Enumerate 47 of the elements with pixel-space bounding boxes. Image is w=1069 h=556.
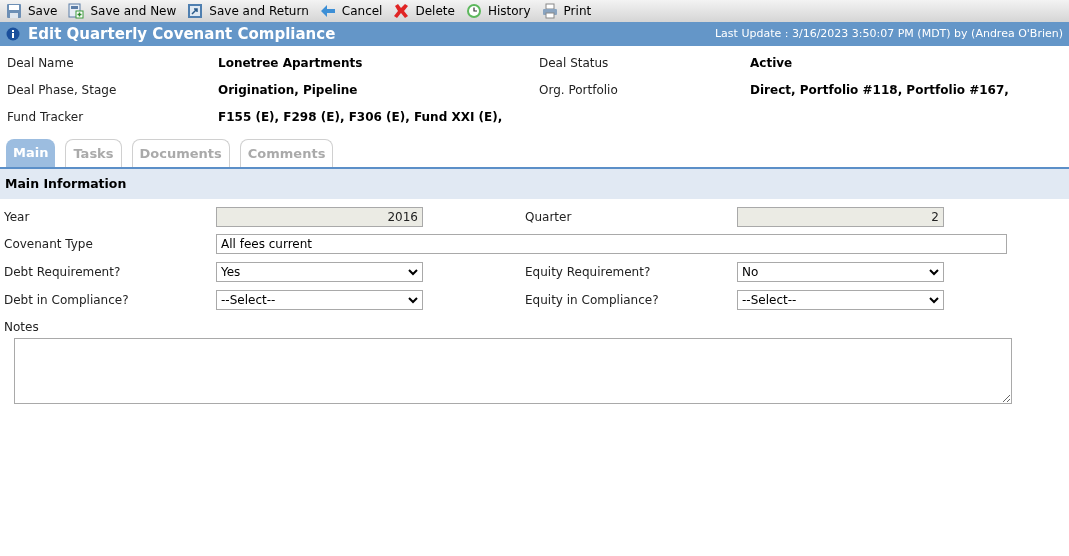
field-label: Debt Requirement? <box>3 264 122 281</box>
field-label: Equity in Compliance? <box>525 292 660 309</box>
clock-icon <box>465 3 482 19</box>
section-title: Main Information <box>5 174 127 193</box>
toolbar-button[interactable]: Cancel <box>319 2 383 20</box>
field-label: Year <box>3 209 31 226</box>
document-plus-icon <box>68 3 85 19</box>
notes-textarea[interactable] <box>14 338 1012 404</box>
toolbar-button[interactable]: History <box>465 2 531 20</box>
toolbar-button[interactable]: Delete <box>393 2 455 20</box>
read-only-field[interactable]: 2016 <box>216 207 423 227</box>
chevron-down-icon <box>929 296 939 304</box>
field-label: Deal Status <box>538 54 610 72</box>
field-label: Org. Portfolio <box>538 81 619 99</box>
text-input-field[interactable]: All fees current <box>216 234 1007 254</box>
toolbar-button[interactable]: Save <box>6 2 58 20</box>
info-icon <box>6 27 20 41</box>
last-update-text: Last Update : 3/16/2023 3:50:07 PM (MDT) by (Andrea O'Brien) <box>715 25 1063 42</box>
field-value: Origination, Pipeline <box>218 81 359 99</box>
dropdown[interactable]: --Select-- <box>737 290 944 310</box>
read-only-field[interactable]: 2 <box>737 207 944 227</box>
field-label: Debt in Compliance? <box>3 292 130 309</box>
toolbar-button[interactable]: Save and New <box>68 2 177 20</box>
field-label: Equity Requirement? <box>525 264 652 281</box>
page-title: Edit Quarterly Covenant Compliance <box>28 23 336 45</box>
field-label: Deal Phase, Stage <box>6 81 118 99</box>
dropdown[interactable]: Yes <box>216 262 423 282</box>
document-arrow-icon <box>187 3 204 19</box>
toolbar-button[interactable]: Print <box>541 2 592 20</box>
field-value: F155 (E), F298 (E), F306 (E), Fund XXI (E), <box>218 108 504 126</box>
field-value: Lonetree Apartments <box>218 54 364 72</box>
toolbar-button[interactable]: Save and Return <box>187 2 309 20</box>
chevron-down-icon <box>929 268 939 276</box>
field-label: Quarter <box>525 209 573 226</box>
field-value: Active <box>750 54 794 72</box>
dropdown[interactable]: --Select-- <box>216 290 423 310</box>
printer-icon <box>541 3 558 19</box>
x-mark-icon <box>393 3 410 19</box>
chevron-down-icon <box>408 296 418 304</box>
field-value: Direct, Portfolio #118, Portfolio #167, <box>750 81 1010 99</box>
field-label: Covenant Type <box>3 236 94 253</box>
dropdown[interactable]: No <box>737 262 944 282</box>
field-label: Notes <box>4 320 39 334</box>
field-label: Deal Name <box>6 54 75 72</box>
chevron-down-icon <box>408 268 418 276</box>
left-arrow-icon <box>319 3 336 19</box>
field-label: Fund Tracker <box>6 108 85 126</box>
